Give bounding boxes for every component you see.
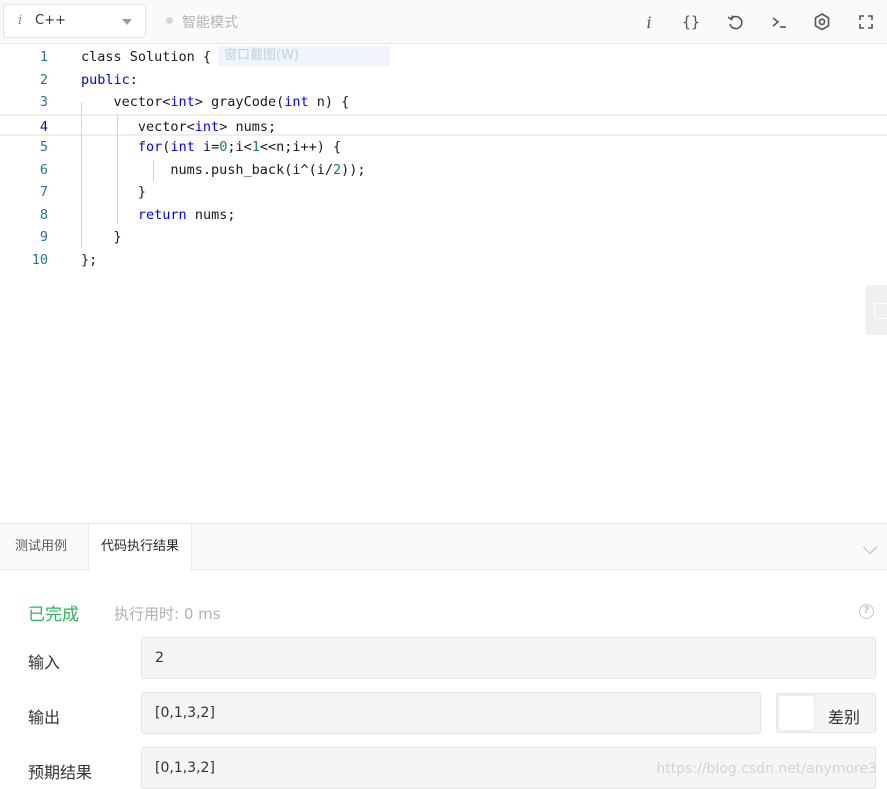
code-token: vector< [81, 94, 171, 110]
code-number: 2 [332, 161, 342, 178]
code-text: for(int i=0;i<1<<n;i++) { [81, 136, 341, 159]
code-keyword: int [284, 94, 309, 110]
code-line[interactable]: 4 vector<int> nums; [0, 113, 887, 139]
exec-time: 执行用时: 0 ms [114, 605, 221, 623]
code-keyword: int [170, 139, 195, 155]
reset-icon[interactable] [721, 8, 749, 36]
editor-toolbar: i C++ 智能模式 i {} [0, 0, 887, 44]
smart-mode-toggle[interactable]: 智能模式 [182, 12, 238, 32]
code-token: class Solution { [81, 49, 212, 65]
code-token: : [129, 71, 138, 88]
code-line[interactable]: 10}; [0, 249, 887, 272]
input-label: 输入 [28, 653, 61, 672]
code-text: } [81, 181, 146, 204]
line-number: 7 [39, 184, 48, 200]
indent-guide [117, 115, 118, 224]
code-token: nums.push_back(i^(i/ [81, 161, 333, 178]
code-keyword: for [137, 139, 163, 155]
indent-guide [81, 102, 82, 248]
mode-status-dot [166, 17, 173, 24]
screenshot-hint-overlay: 窗口截图(W) [218, 46, 390, 66]
code-line[interactable]: 3 vector<int> grayCode(int n) { [0, 91, 887, 114]
language-info-icon: i [18, 13, 23, 28]
line-number: 6 [39, 161, 48, 178]
info-icon[interactable]: i [635, 8, 663, 36]
diff-toggle[interactable]: 差别 [776, 693, 876, 733]
code-token: <<n;i++) { [259, 139, 342, 155]
code-token: }; [81, 251, 98, 268]
chevron-down-icon[interactable] [862, 539, 878, 555]
indent-guide [153, 160, 154, 182]
expected-label: 预期结果 [28, 763, 93, 782]
code-token: > nums; [219, 118, 277, 135]
code-text: return nums; [81, 204, 236, 227]
code-token: ;i< [227, 139, 252, 155]
language-select[interactable]: i C++ [3, 4, 146, 38]
help-icon[interactable]: ? [859, 604, 874, 619]
fullscreen-icon[interactable] [852, 8, 880, 36]
line-number: 1 [39, 49, 48, 65]
result-panel: 测试用例 代码执行结果 已完成 执行用时: 0 ms ? 输入 2 输出 [0,… [0, 523, 887, 789]
settings-icon[interactable] [808, 8, 836, 36]
diff-label: 差别 [828, 708, 861, 727]
code-text: }; [81, 249, 97, 272]
diff-switch-knob[interactable] [779, 696, 814, 730]
run-status: 已完成 [28, 605, 79, 625]
code-line[interactable]: 6 nums.push_back(i^(i/2)); [0, 159, 887, 182]
code-number: 1 [251, 139, 260, 155]
line-number: 2 [39, 71, 48, 88]
code-keyword: int [194, 118, 220, 135]
code-line[interactable]: 9 } [0, 226, 887, 249]
code-line[interactable]: 7 } [0, 181, 887, 204]
side-feedback-tab[interactable] [865, 285, 887, 335]
code-text: nums.push_back(i^(i/2)); [81, 159, 366, 182]
result-tabs: 测试用例 代码执行结果 [0, 524, 887, 571]
line-number: 9 [39, 229, 48, 245]
code-text: public: [81, 69, 138, 92]
code-keyword: return [137, 206, 187, 223]
line-number: 3 [39, 94, 48, 110]
code-token: vector< [81, 118, 195, 135]
watermark: https://blog.csdn.net/anymore3 [656, 761, 877, 777]
line-number: 8 [39, 206, 48, 223]
code-token: n) { [308, 94, 350, 110]
code-line[interactable]: 1 class Solution { [0, 46, 887, 69]
code-token: } [81, 229, 122, 245]
tab-test-cases[interactable]: 测试用例 [3, 524, 79, 570]
tab-run-result[interactable]: 代码执行结果 [88, 524, 193, 571]
output-value-box: [0,1,3,2] [141, 692, 761, 734]
line-number: 4 [39, 118, 48, 135]
code-text: class Solution { [81, 46, 211, 69]
code-token: i= [194, 139, 220, 155]
code-token: } [81, 184, 147, 200]
console-icon[interactable] [765, 8, 793, 36]
format-braces-icon[interactable]: {} [677, 8, 705, 36]
output-label: 输出 [28, 708, 61, 727]
code-text: vector<int> nums; [81, 116, 276, 139]
code-token: > grayCode( [194, 94, 285, 110]
language-label: C++ [35, 13, 66, 28]
code-token: )); [341, 161, 366, 178]
code-line[interactable]: 8 return nums; [0, 204, 887, 227]
code-editor-app: i C++ 智能模式 i {} 1 class Solution { 2 public… [0, 0, 887, 789]
code-keyword: int [170, 94, 195, 110]
code-line[interactable]: 2 public: [0, 69, 887, 92]
code-editor[interactable]: 1 class Solution {2 public: 3 vector<int> g… [0, 45, 887, 523]
input-value-box: 2 [141, 637, 876, 679]
code-line[interactable]: 5 for(int i=0;i<1<<n;i++) { [0, 136, 887, 159]
chevron-down-icon [122, 19, 132, 25]
line-number: 10 [31, 251, 48, 268]
line-number: 5 [39, 139, 48, 155]
code-keyword: public [81, 71, 130, 88]
code-token: nums; [186, 206, 236, 223]
code-text: vector<int> grayCode(int n) { [81, 91, 350, 114]
code-text: } [81, 226, 122, 249]
